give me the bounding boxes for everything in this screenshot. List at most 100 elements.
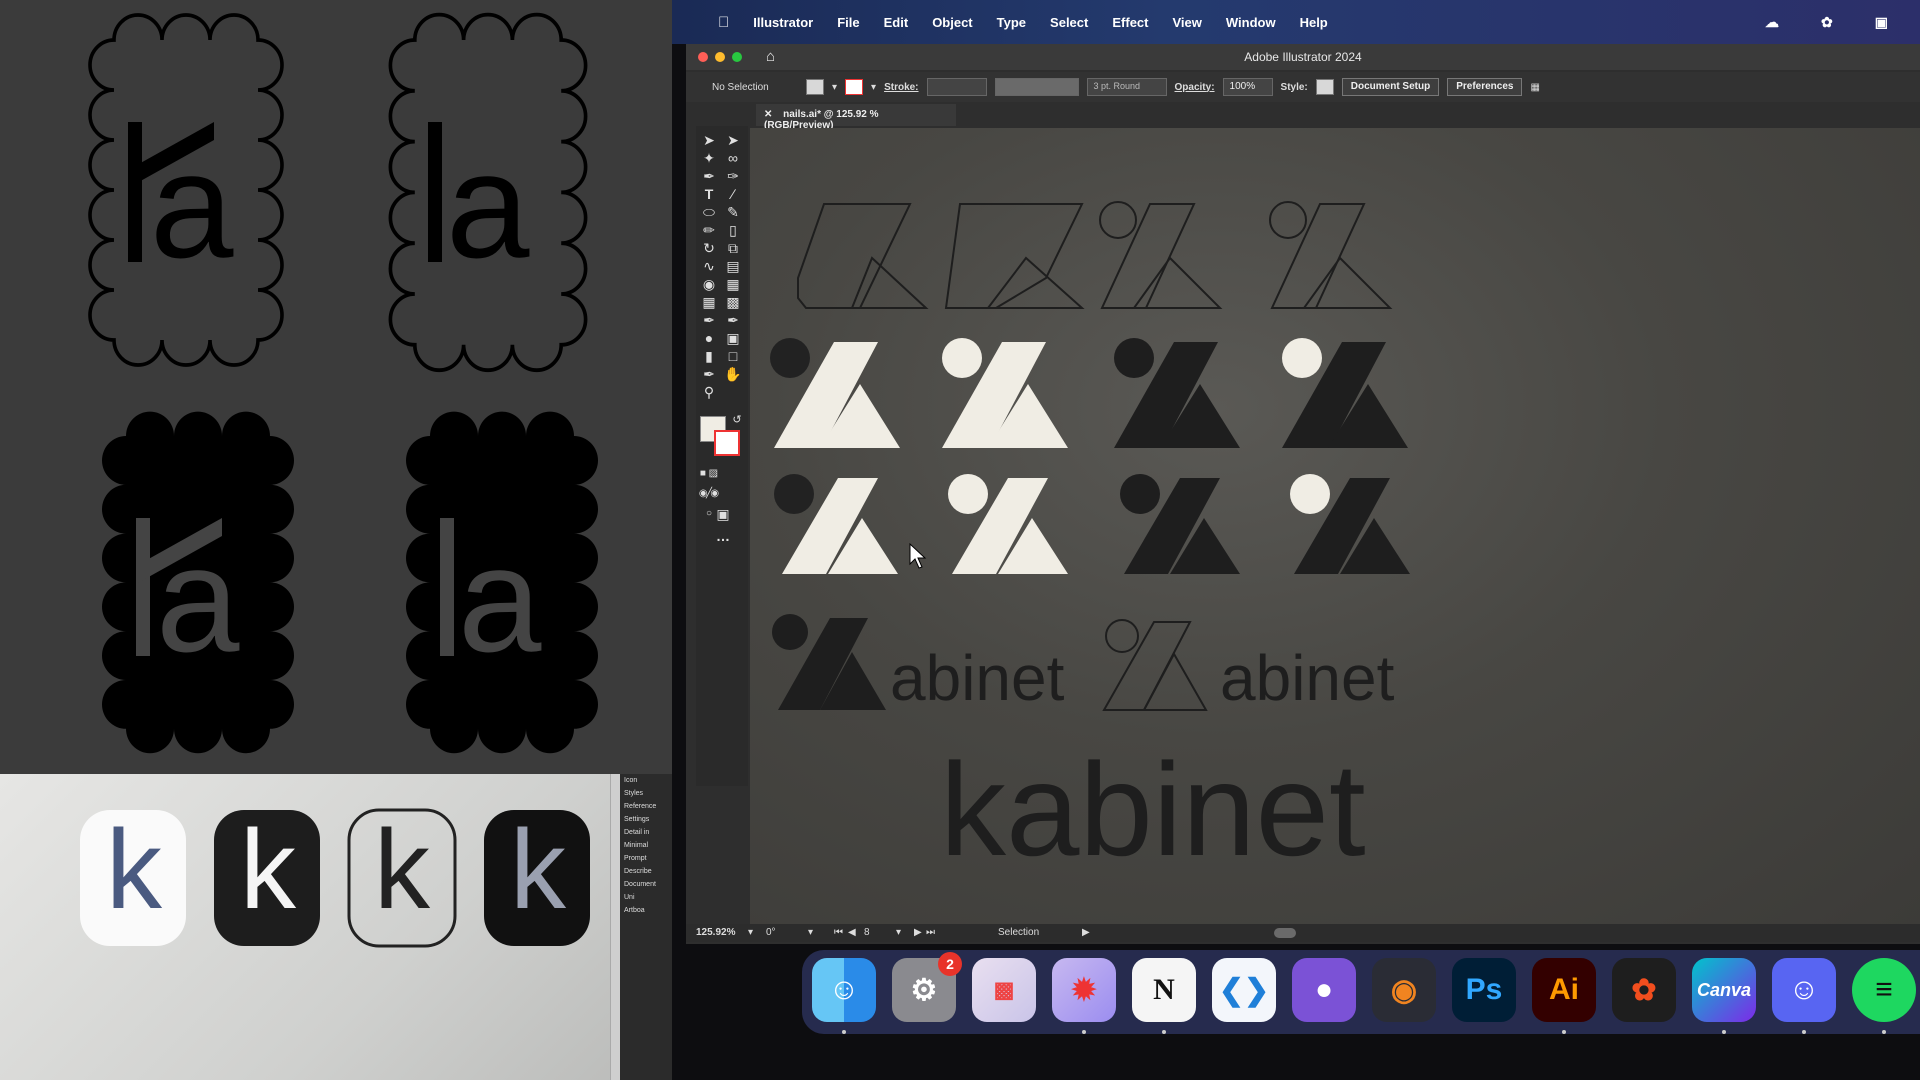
play-icon[interactable]: ▶ <box>1082 927 1090 938</box>
chevron-down-icon[interactable]: ▾ <box>808 927 813 938</box>
menu-help[interactable]: Help <box>1300 15 1328 30</box>
eraser-icon[interactable]: ▯ <box>722 220 744 240</box>
spotify-icon[interactable]: ≡ <box>1852 958 1916 1022</box>
github-desktop-icon[interactable]: ● <box>1292 958 1356 1022</box>
blender-icon[interactable]: ◉ <box>1372 958 1436 1022</box>
type-tool-icon[interactable]: T <box>698 184 720 204</box>
chevron-down-icon[interactable]: ▾ <box>896 927 901 938</box>
mesh-icon[interactable]: ▦ <box>698 292 720 312</box>
notion-icon[interactable]: N <box>1132 958 1196 1022</box>
rotation-value[interactable]: 0° <box>766 927 776 938</box>
cloud-icon[interactable]: ☁ <box>1765 14 1779 31</box>
opacity-input[interactable]: 100% <box>1222 78 1273 96</box>
eyedropper-icon[interactable]: ✒ <box>698 310 720 330</box>
more-tools-icon[interactable]: … <box>712 526 734 546</box>
curvature-tool-icon[interactable]: ✑ <box>722 166 744 186</box>
swap-fill-stroke-icon[interactable]: ↺ <box>726 410 748 430</box>
blend-icon[interactable]: ● <box>698 328 720 348</box>
warp-icon[interactable]: ∿ <box>698 256 720 276</box>
illustrator-icon[interactable]: Ai <box>1532 958 1596 1022</box>
gradient-icon[interactable]: ▩ <box>722 292 744 312</box>
stroke-swatch[interactable] <box>845 79 864 95</box>
pen-tool-icon[interactable]: ✒ <box>698 166 720 186</box>
draw-mode-icon[interactable]: ◉ ◉ ○ <box>698 484 720 519</box>
horizontal-scrollbar[interactable] <box>1274 928 1296 938</box>
lasso-icon[interactable]: ∞ <box>722 148 744 168</box>
figma-icon[interactable]: ✿ <box>1612 958 1676 1022</box>
ellipse-tool-icon[interactable]: ⬭ <box>698 202 720 222</box>
menu-view[interactable]: View <box>1172 15 1201 30</box>
menu-object[interactable]: Object <box>932 15 972 30</box>
artboard-nav-first-icon[interactable]: ⏮ <box>834 927 843 938</box>
sidebar-item-detail[interactable]: Detail in <box>620 826 672 839</box>
paintbrush-icon[interactable]: ✎ <box>722 202 744 222</box>
close-tab-icon[interactable]: ✕ <box>764 109 772 120</box>
artboard-nav-prev-icon[interactable]: ◀ <box>848 927 856 938</box>
graph-icon[interactable]: ▮ <box>698 346 720 366</box>
panel-scrollbar[interactable] <box>610 774 620 1080</box>
slice-icon[interactable]: ✒ <box>698 364 720 384</box>
menu-effect[interactable]: Effect <box>1112 15 1148 30</box>
launchpad-icon[interactable]: ▩ <box>972 958 1036 1022</box>
sidebar-item-units[interactable]: Uni <box>620 891 672 904</box>
rotate-icon[interactable]: ↻ <box>698 238 720 258</box>
variable-width-profile[interactable] <box>994 78 1079 96</box>
menu-illustrator[interactable]: Illustrator <box>753 15 813 30</box>
zoom-icon[interactable]: ⚲ <box>698 382 720 402</box>
chevron-down-icon[interactable]: ▾ <box>871 82 876 93</box>
symbol-sprayer-icon[interactable]: ▣ <box>722 328 744 348</box>
chevron-down-icon[interactable]: ▾ <box>748 927 753 938</box>
brush-definition[interactable]: 3 pt. Round <box>1086 78 1167 96</box>
line-tool-icon[interactable]: ∕ <box>722 184 744 204</box>
finder-icon[interactable]: ☺ <box>812 958 876 1022</box>
hand-icon[interactable]: ✋ <box>722 364 744 384</box>
shape-builder-icon[interactable]: ◉ <box>698 274 720 294</box>
photoshop-icon[interactable]: Ps <box>1452 958 1516 1022</box>
free-transform-icon[interactable]: ▤ <box>722 256 744 276</box>
direct-selection-tool-icon[interactable]: ➤ <box>722 130 744 150</box>
screen-mode-icon[interactable]: ▣ <box>712 504 734 524</box>
stroke-label[interactable]: Stroke: <box>884 82 918 93</box>
document-tab[interactable]: ✕ nails.ai* @ 125.92 % (RGB/Preview) <box>756 104 956 131</box>
document-setup-button[interactable]: Document Setup <box>1341 78 1440 96</box>
sidebar-item-icon[interactable]: Icon <box>620 774 672 787</box>
chatgpt-icon[interactable]: ✿ <box>1821 14 1833 31</box>
color-mode-icon[interactable]: ■ ▨ ╱ <box>698 464 720 499</box>
menu-file[interactable]: File <box>837 15 859 30</box>
scale-icon[interactable]: ⧉ <box>722 238 744 258</box>
artboard-nav-last-icon[interactable]: ⏭ <box>926 927 935 938</box>
menu-select[interactable]: Select <box>1050 15 1088 30</box>
apple-icon[interactable]:  <box>718 14 729 31</box>
artboard-nav-next-icon[interactable]: ▶ <box>914 927 922 938</box>
stroke-color-box[interactable] <box>714 430 740 456</box>
artboard-number[interactable]: 8 <box>864 927 870 938</box>
opacity-label[interactable]: Opacity: <box>1175 82 1215 93</box>
graphic-style-swatch[interactable] <box>1315 79 1334 95</box>
stroke-weight-input[interactable] <box>926 78 987 96</box>
perspective-grid-icon[interactable]: ▦ <box>722 274 744 294</box>
sidebar-item-settings[interactable]: Settings <box>620 813 672 826</box>
magic-wand-icon[interactable]: ✦ <box>698 148 720 168</box>
sidebar-item-describe[interactable]: Describe <box>620 865 672 878</box>
system-settings-icon[interactable]: ⚙ 2 <box>892 952 962 1022</box>
notion-menubar-icon[interactable]: ▣ <box>1875 14 1888 31</box>
canva-icon[interactable]: Canva <box>1692 958 1756 1022</box>
arrange-documents-icon[interactable]: ▦ <box>1530 82 1539 93</box>
sidebar-item-artboard[interactable]: Artboa <box>620 904 672 917</box>
pencil-icon[interactable]: ✏ <box>698 220 720 240</box>
sidebar-item-minimal[interactable]: Minimal <box>620 839 672 852</box>
selection-tool-icon[interactable]: ➤ <box>698 130 720 150</box>
menu-edit[interactable]: Edit <box>884 15 909 30</box>
menu-window[interactable]: Window <box>1226 15 1276 30</box>
discord-icon[interactable]: ☺ <box>1772 958 1836 1022</box>
vscode-icon[interactable]: ❮❯ <box>1212 958 1276 1022</box>
fill-swatch[interactable] <box>806 79 824 95</box>
zoom-level[interactable]: 125.92% <box>696 927 735 938</box>
chevron-down-icon[interactable]: ▾ <box>832 82 837 93</box>
artboard-icon[interactable]: □ <box>722 346 744 366</box>
arc-browser-icon[interactable]: ✹ <box>1052 958 1116 1022</box>
preferences-button[interactable]: Preferences <box>1447 78 1523 96</box>
measure-icon[interactable]: ✒ <box>722 310 744 330</box>
sidebar-item-reference[interactable]: Reference <box>620 800 672 813</box>
menu-type[interactable]: Type <box>997 15 1026 30</box>
